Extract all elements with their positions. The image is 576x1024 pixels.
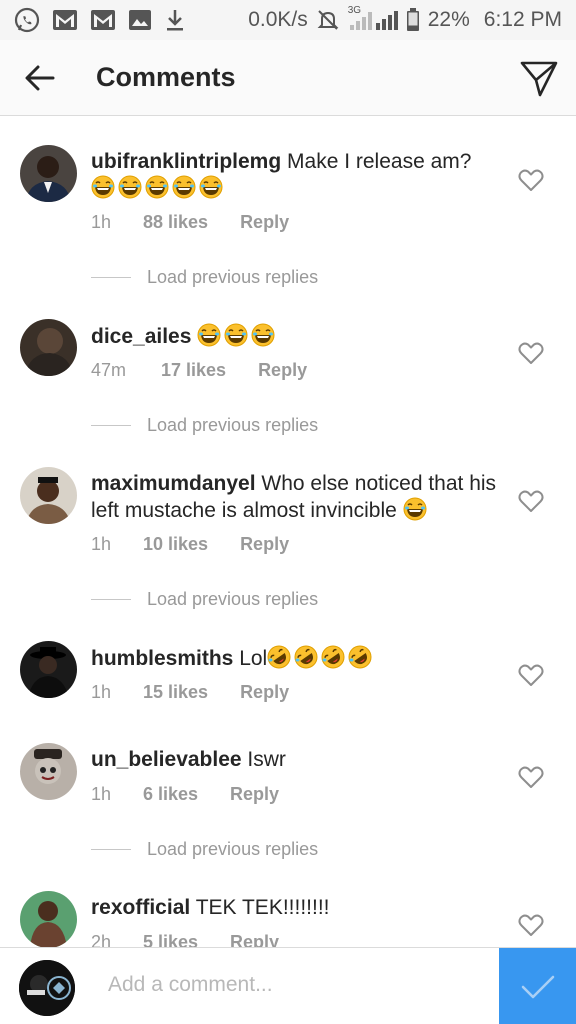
reply-button[interactable]: Reply: [240, 682, 289, 703]
heart-icon[interactable]: [518, 168, 544, 192]
gmail-icon: [52, 9, 78, 31]
comment-time: 1h: [91, 534, 112, 554]
app-header: Comments: [0, 40, 576, 116]
heart-icon[interactable]: [518, 341, 544, 365]
reply-button[interactable]: Reply: [230, 784, 279, 805]
load-previous-replies[interactable]: Load previous replies: [91, 589, 318, 610]
comment-text: Iswr: [247, 748, 286, 771]
load-previous-label: Load previous replies: [147, 589, 319, 609]
gmail-icon: [90, 9, 116, 31]
comment-likes[interactable]: 6 likes: [143, 784, 198, 805]
load-previous-label: Load previous replies: [147, 415, 319, 435]
comment-likes[interactable]: 15 likes: [143, 682, 208, 703]
load-previous-replies[interactable]: Load previous replies: [91, 415, 318, 436]
avatar[interactable]: [20, 641, 77, 698]
status-bar: 0.0K/s 3G 22% 6:12 PM: [0, 0, 576, 40]
load-previous-replies[interactable]: Load previous replies: [91, 839, 318, 860]
comment-time: 1h: [91, 784, 112, 804]
image-icon: [128, 9, 152, 31]
load-previous-label: Load previous replies: [147, 267, 319, 287]
divider: [91, 599, 131, 600]
comment-time: 1h: [91, 682, 112, 702]
comment-username[interactable]: dice_ailes: [91, 325, 191, 348]
comment-likes[interactable]: 17 likes: [161, 360, 226, 381]
whatsapp-icon: [14, 7, 40, 33]
network-speed: 0.0K/s: [248, 8, 308, 31]
avatar[interactable]: [19, 960, 75, 1016]
battery-icon: [406, 8, 420, 32]
comment-likes[interactable]: 88 likes: [143, 212, 208, 233]
signal-icon: 3G: [348, 5, 398, 31]
laughing-emoji: [197, 325, 278, 348]
rofl-emoji: [267, 647, 375, 670]
load-previous-label: Load previous replies: [147, 839, 319, 859]
avatar[interactable]: [20, 467, 77, 524]
heart-icon[interactable]: [518, 663, 544, 687]
comment-time: 47m: [91, 360, 127, 380]
comments-list[interactable]: ubifranklintriplemg Make I release am? 1…: [0, 117, 576, 947]
laughing-emoji: [403, 499, 430, 522]
heart-icon[interactable]: [518, 765, 544, 789]
direct-send-button[interactable]: [518, 58, 560, 100]
battery-percent: 22%: [427, 8, 470, 31]
reply-button[interactable]: Reply: [230, 932, 279, 947]
comment-text: Lol: [239, 647, 268, 670]
heart-icon[interactable]: [518, 913, 544, 937]
avatar[interactable]: [20, 891, 77, 947]
comment-username[interactable]: ubifranklintriplemg: [91, 150, 281, 173]
reply-button[interactable]: Reply: [240, 212, 289, 233]
clock: 6:12 PM: [483, 8, 562, 31]
load-previous-replies[interactable]: Load previous replies: [91, 267, 318, 288]
divider: [91, 277, 131, 278]
comment-time: 2h: [91, 932, 112, 947]
back-arrow-icon: [25, 65, 55, 90]
network-type: 3G: [347, 5, 362, 16]
reply-button[interactable]: Reply: [258, 360, 307, 381]
comment-likes[interactable]: 5 likes: [143, 932, 198, 947]
comment-username[interactable]: rexofficial: [91, 896, 190, 919]
comment-time: 1h: [91, 212, 112, 232]
checkmark-icon: [521, 975, 554, 998]
mute-icon: [316, 8, 340, 32]
comment-composer: [0, 947, 576, 1024]
comment-username[interactable]: maximumdanyel: [91, 472, 256, 495]
comment-text: Make I release am?: [287, 150, 472, 173]
comment-username[interactable]: un_believablee: [91, 748, 242, 771]
divider: [91, 849, 131, 850]
back-button[interactable]: [0, 40, 80, 116]
laughing-emoji: [91, 177, 226, 200]
avatar[interactable]: [20, 743, 77, 800]
direct-send-icon: [520, 61, 558, 97]
comment-likes[interactable]: 10 likes: [143, 534, 208, 555]
reply-button[interactable]: Reply: [240, 534, 289, 555]
comment-input[interactable]: [108, 968, 488, 1002]
comment-username[interactable]: humblesmiths: [91, 647, 233, 670]
download-icon: [164, 8, 186, 32]
page-title: Comments: [96, 62, 236, 92]
comment-text: TEK TEK!!!!!!!!: [195, 896, 330, 919]
avatar[interactable]: [20, 319, 77, 376]
divider: [91, 425, 131, 426]
avatar[interactable]: [20, 145, 77, 202]
post-comment-button[interactable]: [499, 948, 576, 1024]
heart-icon[interactable]: [518, 489, 544, 513]
